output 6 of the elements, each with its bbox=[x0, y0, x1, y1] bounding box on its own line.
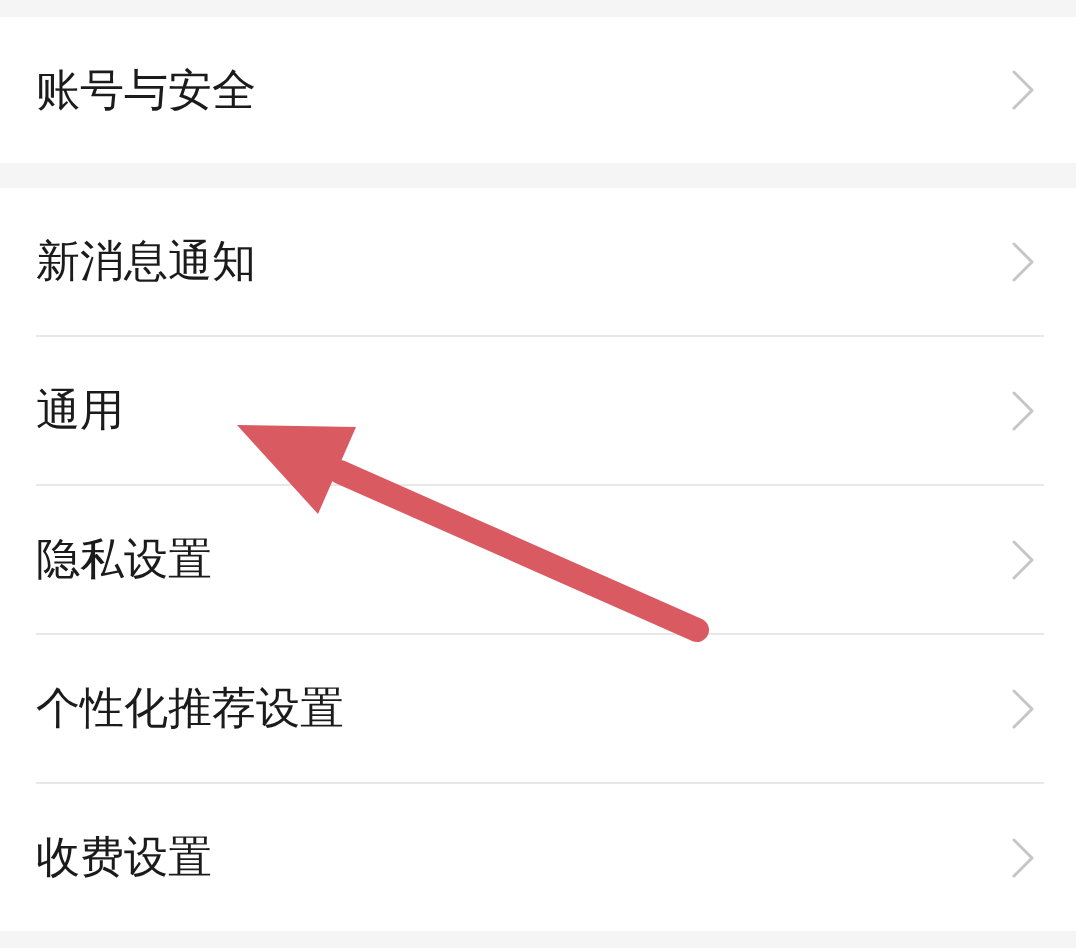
chevron-right-icon bbox=[1012, 390, 1034, 431]
chevron-right-icon bbox=[1012, 837, 1034, 878]
chevron-right-icon bbox=[1012, 539, 1034, 580]
chevron-right-icon bbox=[1012, 688, 1034, 729]
chevron-right-icon bbox=[1012, 241, 1034, 282]
chevron-right-icon bbox=[1012, 70, 1034, 110]
